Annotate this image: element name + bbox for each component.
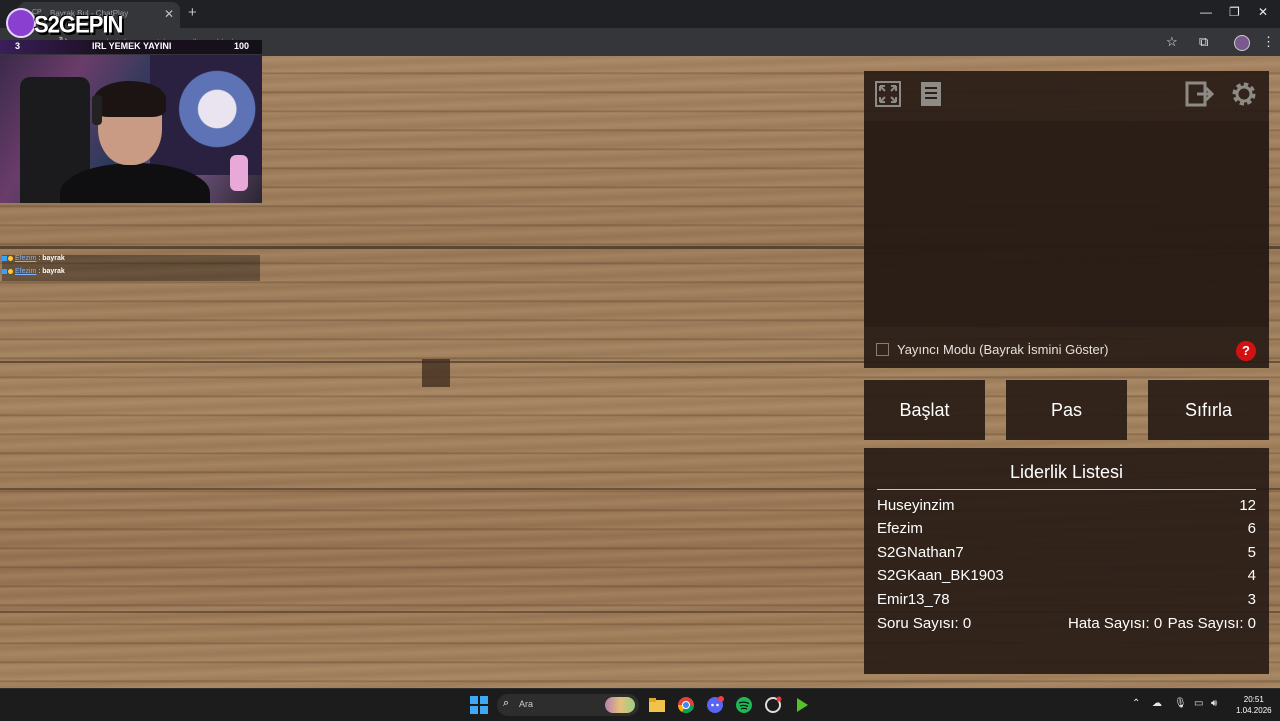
player-score: 6 bbox=[1247, 520, 1256, 537]
browser-menu-icon[interactable]: ⋮ bbox=[1262, 34, 1275, 50]
tray-overflow-icon[interactable]: ⌃ bbox=[1132, 698, 1140, 709]
chat-username: Efezim bbox=[15, 255, 37, 262]
overlay-counter-right: 100 bbox=[234, 41, 250, 51]
bookmark-star-icon[interactable]: ☆ bbox=[1166, 34, 1178, 50]
leaderboard-row: Emir13_78 3 bbox=[877, 591, 1256, 613]
exit-icon[interactable] bbox=[1182, 76, 1218, 112]
minimize-icon[interactable]: — bbox=[1200, 5, 1212, 19]
system-clock[interactable]: 20:51 1.04.2026 bbox=[1236, 694, 1272, 716]
player-name: S2GKaan_BK1903 bbox=[877, 567, 1004, 584]
chat-message: Efezim : bayrak bbox=[2, 255, 260, 268]
microphone-icon[interactable]: 🎙︎ bbox=[1174, 698, 1187, 709]
profile-avatar[interactable] bbox=[1234, 35, 1250, 51]
chatgpt-icon[interactable] bbox=[764, 696, 782, 714]
player-name: Efezim bbox=[877, 520, 923, 537]
webcam-person-hair bbox=[94, 81, 166, 117]
logo-text: S2GEPIN bbox=[34, 10, 123, 39]
leaderboard-row: S2GKaan_BK1903 4 bbox=[877, 567, 1256, 589]
chat-badge-icon bbox=[8, 268, 13, 274]
reset-button[interactable]: Sıfırla bbox=[1148, 380, 1269, 440]
stream-info-bar: 3 IRL YEMEK YAYINI 100 bbox=[0, 40, 262, 54]
search-placeholder: Ara bbox=[519, 699, 534, 709]
clock-date: 1.04.2026 bbox=[1236, 706, 1272, 715]
clock-time: 20:51 bbox=[1243, 695, 1264, 704]
chat-badge-icon bbox=[8, 255, 13, 261]
chat-text: bayrak bbox=[42, 268, 65, 275]
streamer-mode-toggle[interactable]: Yayıncı Modu (Bayrak İsmini Göster) bbox=[876, 342, 1108, 357]
chat-badge-icon bbox=[2, 268, 7, 274]
game-control-panel: Yayıncı Modu (Bayrak İsmini Göster) ? bbox=[864, 71, 1269, 368]
headset bbox=[92, 95, 102, 125]
error-count: Hata Sayısı: 0 bbox=[1068, 615, 1163, 632]
leaderboard-row: Efezim 6 bbox=[877, 520, 1256, 542]
stream-title: IRL YEMEK YAYINI bbox=[92, 41, 172, 51]
question-count: Soru Sayısı: 0 bbox=[877, 615, 972, 632]
settings-gear-icon[interactable] bbox=[1226, 76, 1262, 112]
chat-text: bayrak bbox=[42, 255, 65, 262]
leaderboard-row: S2GNathan7 5 bbox=[877, 544, 1256, 566]
chat-message: Efezim : bayrak bbox=[2, 268, 260, 281]
document-list-icon[interactable] bbox=[913, 76, 949, 112]
player-score: 4 bbox=[1247, 567, 1256, 584]
streamer-mode-checkbox[interactable] bbox=[876, 343, 889, 356]
fullscreen-icon[interactable] bbox=[870, 76, 906, 112]
overlay-counter-left: 3 bbox=[15, 41, 21, 51]
spotify-icon[interactable] bbox=[735, 696, 753, 714]
logo-emblem-icon bbox=[6, 8, 36, 38]
start-button[interactable]: Başlat bbox=[864, 380, 985, 440]
start-menu-icon[interactable] bbox=[470, 696, 488, 714]
chat-badge-icon bbox=[2, 255, 7, 261]
pass-count: Pas Sayısı: 0 bbox=[1167, 615, 1256, 632]
player-score: 12 bbox=[1239, 497, 1256, 514]
new-tab-icon[interactable]: + bbox=[188, 4, 197, 21]
extensions-icon[interactable]: ⧉ bbox=[1199, 34, 1208, 50]
player-name: S2GNathan7 bbox=[877, 544, 964, 561]
tab-close-icon[interactable]: ✕ bbox=[164, 7, 174, 21]
search-icon: ⌕ bbox=[503, 697, 510, 709]
pass-button[interactable]: Pas bbox=[1006, 380, 1127, 440]
search-highlight-art bbox=[605, 697, 635, 713]
leaderboard-panel: Liderlik Listesi Huseyinzim 12 Efezim 6 … bbox=[864, 448, 1269, 674]
player-score: 3 bbox=[1247, 591, 1256, 608]
browser-tab-bar: CP Bayrak Bul - ChatPlay ✕ + — ❐ ✕ bbox=[0, 0, 1280, 28]
window-close-icon[interactable]: ✕ bbox=[1258, 5, 1268, 19]
player-name: Huseyinzim bbox=[877, 497, 955, 514]
network-icon[interactable]: ▭ bbox=[1194, 698, 1203, 709]
leaderboard-row: Huseyinzim 12 bbox=[877, 497, 1256, 519]
flag-image-placeholder bbox=[422, 359, 450, 387]
webcam-feed bbox=[0, 55, 262, 203]
volume-icon[interactable]: 🔊︎ bbox=[1211, 698, 1217, 709]
file-explorer-icon[interactable] bbox=[648, 696, 666, 714]
player-score: 5 bbox=[1247, 544, 1256, 561]
chat-overlay: Efezim : bayrak Efezim : bayrak bbox=[2, 255, 260, 281]
taskbar-search[interactable]: ⌕ Ara bbox=[497, 694, 639, 716]
tray-app-icon[interactable]: ☁ bbox=[1152, 698, 1162, 709]
chat-username: Efezim bbox=[15, 268, 37, 275]
player-name: Emir13_78 bbox=[877, 591, 950, 608]
flag-display-area bbox=[864, 121, 1269, 327]
leaderboard-title: Liderlik Listesi bbox=[1009, 462, 1124, 482]
streamer-mode-label: Yayıncı Modu (Bayrak İsmini Göster) bbox=[897, 342, 1109, 357]
help-icon[interactable]: ? bbox=[1236, 341, 1256, 361]
windows-taskbar: ⌕ Ara ⌃ ☁ 🎙︎ ▭ 🔊︎ 20:51 1.04.2026 bbox=[0, 688, 1280, 721]
media-player-icon[interactable] bbox=[793, 696, 811, 714]
webcam-light bbox=[230, 155, 248, 191]
chrome-icon[interactable] bbox=[677, 696, 695, 714]
divider bbox=[877, 489, 1256, 490]
discord-icon[interactable] bbox=[706, 696, 724, 714]
maximize-icon[interactable]: ❐ bbox=[1229, 5, 1240, 19]
streamer-logo: S2GEPIN bbox=[2, 4, 123, 44]
